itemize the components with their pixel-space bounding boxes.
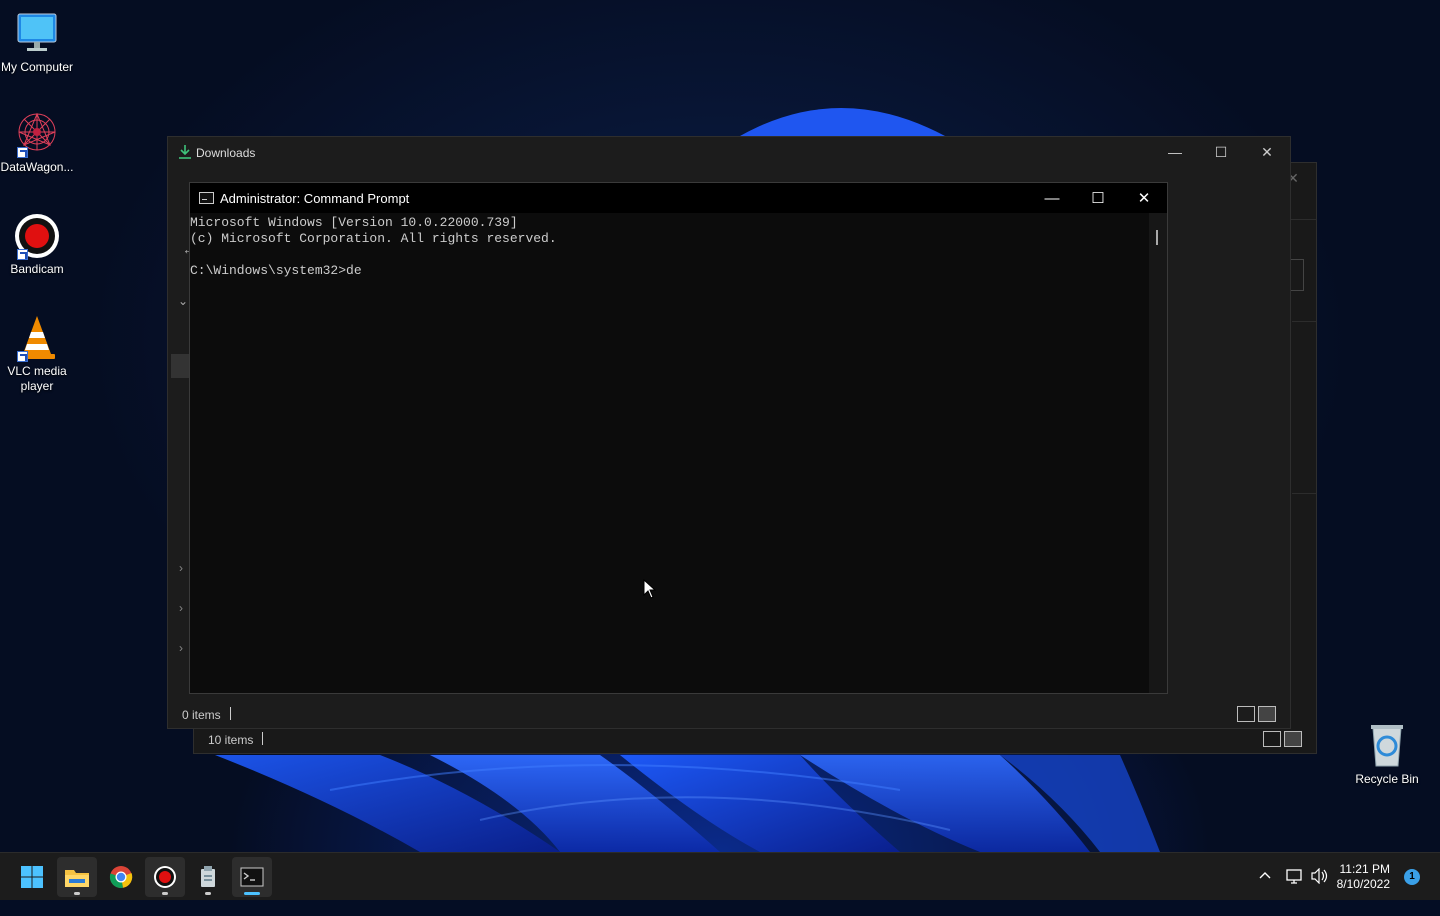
desktop-icon-label: VLC media player [7, 364, 67, 393]
windows-logo-icon [21, 866, 43, 888]
mouse-cursor-icon [643, 579, 657, 599]
running-indicator [205, 892, 211, 895]
minimize-button[interactable]: — [1152, 137, 1198, 167]
console-line: (c) Microsoft Corporation. All rights re… [190, 231, 557, 246]
running-indicator [74, 892, 80, 895]
desktop-icon-vlc[interactable]: VLC media player [0, 314, 74, 394]
title-bar[interactable]: Downloads — ☐ ✕ [168, 137, 1290, 167]
folder-icon [65, 870, 89, 887]
taskbar-app[interactable] [188, 857, 228, 897]
divider [1292, 321, 1316, 322]
network-icon[interactable] [1286, 868, 1304, 916]
system-clock[interactable]: 11:21 PM 8/10/2022 [1337, 862, 1390, 892]
item-count: 0 items [182, 708, 221, 722]
status-bar: 10 items [194, 727, 1316, 753]
console-line: C:\Windows\system32>de [190, 263, 362, 278]
minimize-button[interactable]: — [1029, 183, 1075, 213]
status-bar: 0 items [168, 702, 1290, 728]
cmd-icon [199, 192, 214, 204]
document-app-icon [201, 866, 215, 887]
window-title: Downloads [196, 146, 256, 160]
console-output[interactable]: Microsoft Windows [Version 10.0.22000.73… [190, 213, 1149, 693]
desktop: My Computer DataWagon... Bandicam VLC me… [0, 0, 1440, 852]
taskbar-chrome[interactable] [101, 857, 141, 897]
scrollbar[interactable] [1149, 213, 1167, 693]
recycle-bin-icon [1363, 722, 1411, 770]
taskbar-command-prompt[interactable] [232, 857, 272, 897]
separator [262, 732, 263, 745]
running-indicator [162, 892, 168, 895]
close-button[interactable]: ✕ [1121, 183, 1167, 213]
desktop-icon-datawagon[interactable]: DataWagon... [0, 110, 74, 175]
desktop-icon-label: DataWagon... [0, 160, 74, 174]
nav-pane-selection [171, 354, 189, 378]
details-view-icon[interactable] [1237, 706, 1255, 722]
separator [230, 707, 231, 720]
close-button[interactable]: ✕ [1244, 137, 1290, 167]
datawagon-icon [13, 110, 61, 158]
bandicam-icon [154, 866, 176, 888]
item-count: 10 items [208, 733, 254, 747]
vlc-cone-icon [13, 314, 61, 362]
desktop-icon-label: Recycle Bin [1355, 772, 1419, 786]
desktop-icon-label: Bandicam [10, 262, 64, 276]
scrollbar-thumb[interactable] [1156, 230, 1158, 245]
clock-date: 8/10/2022 [1336, 877, 1390, 891]
start-button[interactable] [12, 857, 52, 897]
search-box-edge [1290, 259, 1304, 291]
desktop-icon-bandicam[interactable]: Bandicam [0, 212, 74, 277]
volume-icon[interactable] [1311, 867, 1329, 916]
chevron-down-icon[interactable]: ⌄ [178, 294, 188, 308]
window-title: Administrator: Command Prompt [220, 191, 410, 206]
taskbar: 11:21 PM 8/10/2022 1 [0, 852, 1440, 900]
view-toggle [1263, 731, 1302, 747]
chrome-icon [109, 866, 133, 888]
chevron-right-icon[interactable]: › [179, 561, 183, 575]
details-view-icon[interactable] [1263, 731, 1281, 747]
large-icons-view-icon[interactable] [1258, 706, 1276, 722]
maximize-button[interactable]: ☐ [1075, 183, 1121, 213]
chevron-right-icon[interactable]: › [179, 601, 183, 615]
shortcut-arrow-icon [17, 249, 28, 260]
taskbar-bandicam[interactable] [145, 857, 185, 897]
desktop-icon-label: My Computer [0, 60, 74, 74]
chevron-right-icon[interactable]: › [179, 641, 183, 655]
large-icons-view-icon[interactable] [1284, 731, 1302, 747]
command-prompt-window[interactable]: Administrator: Command Prompt — ☐ ✕ Micr… [189, 182, 1168, 694]
download-icon [179, 145, 191, 159]
maximize-button[interactable]: ☐ [1198, 137, 1244, 167]
view-toggle [1237, 706, 1276, 722]
monitor-icon [13, 10, 61, 58]
taskbar-file-explorer[interactable] [57, 857, 97, 897]
bandicam-icon [13, 212, 61, 260]
cmd-icon [240, 867, 264, 887]
notification-badge[interactable]: 1 [1404, 869, 1420, 885]
console-line: Microsoft Windows [Version 10.0.22000.73… [190, 215, 518, 230]
desktop-icon-my-computer[interactable]: My Computer [0, 10, 74, 75]
active-indicator [244, 892, 260, 895]
show-hidden-icons-chevron-up-icon[interactable] [1258, 868, 1272, 916]
clock-time: 11:21 PM [1339, 862, 1390, 876]
title-bar[interactable]: Administrator: Command Prompt — ☐ ✕ [190, 183, 1167, 213]
divider [1292, 493, 1316, 494]
desktop-icon-recycle-bin[interactable]: Recycle Bin [1350, 722, 1424, 787]
shortcut-arrow-icon [17, 147, 28, 158]
shortcut-arrow-icon [17, 351, 28, 362]
